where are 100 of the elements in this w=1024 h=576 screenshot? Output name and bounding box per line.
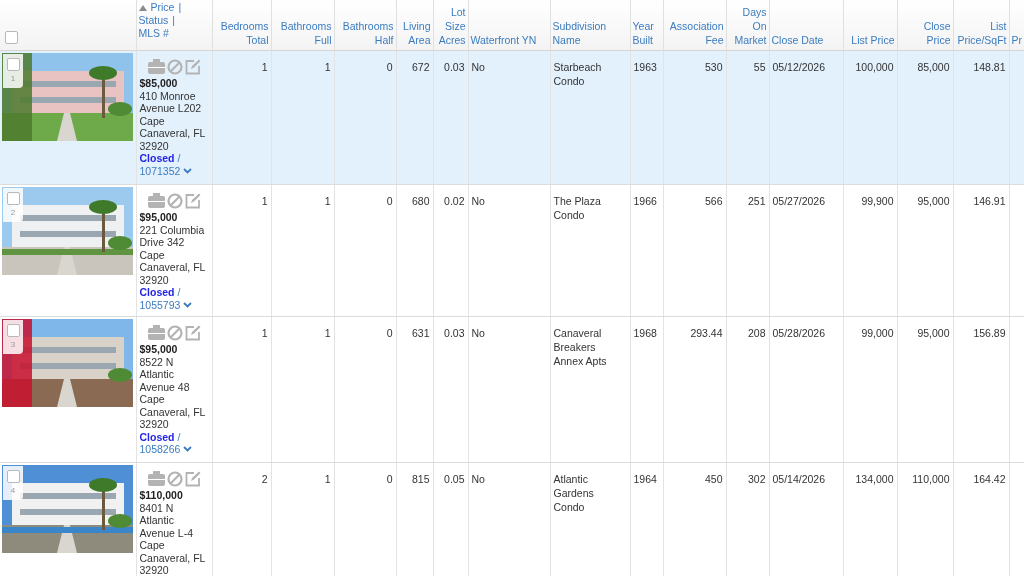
- table-cell: 0: [386, 327, 393, 339]
- row-number: 2: [10, 208, 16, 217]
- briefcase-icon[interactable]: [148, 193, 165, 208]
- listing-address: 410 Monroe Avenue L202 Cape Canaveral, FL 32920: [139, 89, 207, 152]
- table-cell: 672: [411, 61, 430, 73]
- table-cell: 0.05: [444, 473, 465, 485]
- sort-field-link[interactable]: Status: [138, 14, 169, 27]
- table-cell: 1: [261, 195, 268, 207]
- briefcase-icon[interactable]: [148, 471, 165, 486]
- table-cell: 1: [324, 195, 331, 207]
- table-cell: 293.44: [690, 327, 723, 339]
- table-cell: 680: [411, 195, 430, 207]
- table-cell: 450: [704, 473, 723, 485]
- block-icon[interactable]: [167, 59, 183, 75]
- table-cell: 85,000: [917, 61, 950, 73]
- table-cell: Canaveral Breakers Annex Apts: [553, 327, 607, 367]
- table-cell: 0.03: [444, 327, 465, 339]
- table-cell: 1963: [633, 61, 657, 73]
- table-cell: No: [471, 61, 485, 73]
- chevron-down-icon[interactable]: [183, 446, 193, 453]
- table-cell: 1: [324, 473, 331, 485]
- listing-address: 8522 N Atlantic Avenue 48 Cape Canaveral, FL 32920: [139, 355, 207, 431]
- sort-field-link[interactable]: MLS #: [138, 27, 169, 40]
- table-cell: 815: [411, 473, 430, 485]
- table-cell: The Plaza Condo: [553, 195, 601, 221]
- slash-separator: /: [177, 152, 181, 164]
- table-cell: 99,900: [861, 195, 894, 207]
- listing-status[interactable]: Closed: [139, 286, 175, 298]
- table-cell: 0.02: [444, 195, 465, 207]
- table-cell: 110,000: [912, 473, 950, 485]
- edit-icon[interactable]: [185, 325, 201, 341]
- table-cell: 0: [386, 473, 393, 485]
- chevron-down-icon[interactable]: [183, 301, 193, 308]
- table-cell: 0: [386, 195, 393, 207]
- table-cell: 55: [753, 61, 766, 73]
- edit-icon[interactable]: [185, 471, 201, 487]
- table-cell: 95,000: [917, 195, 950, 207]
- table-cell: 100,000: [855, 61, 894, 73]
- row-checkbox[interactable]: [6, 58, 20, 71]
- table-cell: 05/12/2026: [772, 61, 826, 73]
- edit-icon[interactable]: [185, 193, 201, 209]
- row-number: 1: [10, 74, 16, 83]
- table-cell: 1968: [633, 327, 657, 339]
- table-cell: Starbeach Condo: [553, 61, 602, 87]
- block-icon[interactable]: [167, 193, 183, 209]
- table-cell: 05/27/2026: [772, 195, 826, 207]
- table-cell: 631: [411, 327, 430, 339]
- row-number: 3: [10, 340, 16, 349]
- table-cell: 95,000: [917, 327, 950, 339]
- table-cell: 156.89: [973, 327, 1006, 339]
- table-cell: 1: [324, 61, 331, 73]
- table-cell: 148.81: [973, 61, 1006, 73]
- row-number: 4: [10, 486, 16, 495]
- mls-number-link[interactable]: 1055793: [139, 298, 181, 311]
- mls-number-link[interactable]: 1071352: [139, 164, 181, 177]
- sale-price: $110,000: [139, 489, 184, 502]
- block-icon[interactable]: [167, 325, 183, 341]
- table-cell: No: [471, 327, 485, 339]
- listing-status[interactable]: Closed: [139, 152, 175, 164]
- sale-price: $85,000: [139, 77, 179, 90]
- slash-separator: /: [177, 286, 181, 298]
- briefcase-icon[interactable]: [148, 59, 165, 74]
- mls-number-link[interactable]: 1058266: [139, 443, 181, 456]
- sort-ascending-icon: [138, 4, 147, 11]
- listing-address: 8401 N Atlantic Avenue L-4 Cape Canaveral, FL 32920: [139, 501, 207, 576]
- listing-status[interactable]: Closed: [139, 430, 175, 443]
- table-cell: 1964: [633, 473, 657, 485]
- table-cell: 530: [704, 61, 723, 73]
- table-cell: 302: [747, 473, 766, 485]
- table-cell: 134,000: [855, 473, 894, 485]
- listing-address: 221 Columbia Drive 342 Cape Canaveral, FL 32920: [139, 223, 207, 286]
- table-cell: 146.91: [973, 195, 1006, 207]
- sort-field-link[interactable]: Price: [150, 1, 175, 14]
- briefcase-icon[interactable]: [148, 325, 165, 340]
- chevron-down-icon[interactable]: [183, 167, 193, 174]
- sale-price: $95,000: [139, 343, 179, 356]
- table-cell: 99,000: [861, 327, 894, 339]
- table-cell: 164.42: [973, 473, 1006, 485]
- table-cell: 208: [747, 327, 766, 339]
- header-separator: |: [178, 1, 182, 14]
- row-checkbox[interactable]: [6, 324, 20, 337]
- table-cell: 0.03: [444, 61, 465, 73]
- row-checkbox[interactable]: [6, 470, 20, 483]
- table-cell: 251: [747, 195, 766, 207]
- table-cell: 2: [261, 473, 268, 485]
- sale-price: $95,000: [139, 211, 179, 224]
- edit-icon[interactable]: [185, 59, 201, 75]
- table-cell: 1: [324, 327, 331, 339]
- table-cell: 566: [704, 195, 723, 207]
- table-cell: 1966: [633, 195, 657, 207]
- table-cell: Atlantic Gardens Condo: [553, 473, 594, 513]
- table-cell: 0: [386, 61, 393, 73]
- table-cell: 1: [261, 61, 268, 73]
- block-icon[interactable]: [167, 471, 183, 487]
- select-all-checkbox[interactable]: [5, 31, 18, 44]
- table-cell: No: [471, 195, 485, 207]
- slash-separator: /: [177, 430, 181, 443]
- table-cell: 05/28/2026: [772, 327, 826, 339]
- row-checkbox[interactable]: [6, 192, 20, 205]
- table-cell: 1: [261, 327, 268, 339]
